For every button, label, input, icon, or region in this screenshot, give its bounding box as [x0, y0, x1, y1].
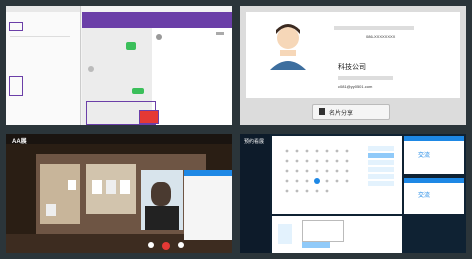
- business-card-panel: 086-XXXXXXXX 科技公司 c081@yy0501.com 名片分享: [240, 6, 466, 125]
- send-button[interactable]: [139, 110, 159, 124]
- participant-body: [145, 206, 179, 230]
- calendar-grid: [282, 146, 352, 202]
- purple-header: [82, 12, 232, 28]
- name-bar-redacted: [334, 26, 414, 30]
- green-message-bubble-2: [132, 88, 144, 94]
- share-icon: [319, 108, 325, 115]
- share-card-button[interactable]: 名片分享: [312, 104, 390, 120]
- dropdown-list[interactable]: [278, 224, 292, 244]
- green-message-bubble: [126, 42, 136, 50]
- card-2-header: [404, 178, 464, 183]
- card-1-title: 交流: [418, 153, 431, 159]
- chat-side-panel: [184, 170, 232, 240]
- time-slot-list[interactable]: [368, 146, 394, 196]
- header-icons[interactable]: [216, 32, 224, 35]
- card-1[interactable]: 交流: [404, 136, 464, 174]
- share-button-label: 名片分享: [329, 111, 354, 117]
- sidebar-title: 预约看展: [244, 139, 265, 145]
- card-2[interactable]: 交流: [404, 178, 464, 214]
- input-box[interactable]: [302, 220, 344, 242]
- sidebar: 预约看展: [240, 134, 270, 253]
- chat-side-header: [184, 170, 232, 176]
- calendar-area: [272, 136, 402, 214]
- left-window-titlebar: [6, 6, 80, 12]
- participant-head: [151, 182, 171, 206]
- avatar-illustration: [268, 20, 308, 70]
- hangup-button[interactable]: [162, 242, 170, 250]
- address-redacted: [338, 76, 393, 80]
- chat-app-panel: [6, 6, 232, 125]
- form-area: [272, 216, 402, 253]
- phone-text: 086-XXXXXXXX: [366, 34, 396, 39]
- avatar: [88, 66, 94, 72]
- left-window: [6, 6, 81, 125]
- mic-button[interactable]: [148, 242, 154, 248]
- chat-column-right: [152, 28, 232, 125]
- business-card: 086-XXXXXXXX 科技公司 c081@yy0501.com: [246, 12, 460, 98]
- appointment-panel: 预约看展 交流 交流: [240, 134, 466, 253]
- highlight-box-bottom[interactable]: [9, 76, 23, 96]
- exhibition-panel: AA展: [6, 134, 232, 253]
- card-2-title: 交流: [418, 193, 431, 199]
- quad-view: 086-XXXXXXXX 科技公司 c081@yy0501.com 名片分享 A…: [0, 0, 472, 259]
- company-name: 科技公司: [338, 64, 366, 71]
- divider: [10, 36, 70, 37]
- camera-button[interactable]: [178, 242, 184, 248]
- highlight-box-top[interactable]: [9, 22, 23, 31]
- video-participant: [141, 170, 183, 230]
- submit-button[interactable]: [302, 242, 330, 248]
- avatar-right: [156, 34, 162, 40]
- card-1-header: [404, 136, 464, 141]
- email-text: c081@yy0501.com: [338, 84, 373, 89]
